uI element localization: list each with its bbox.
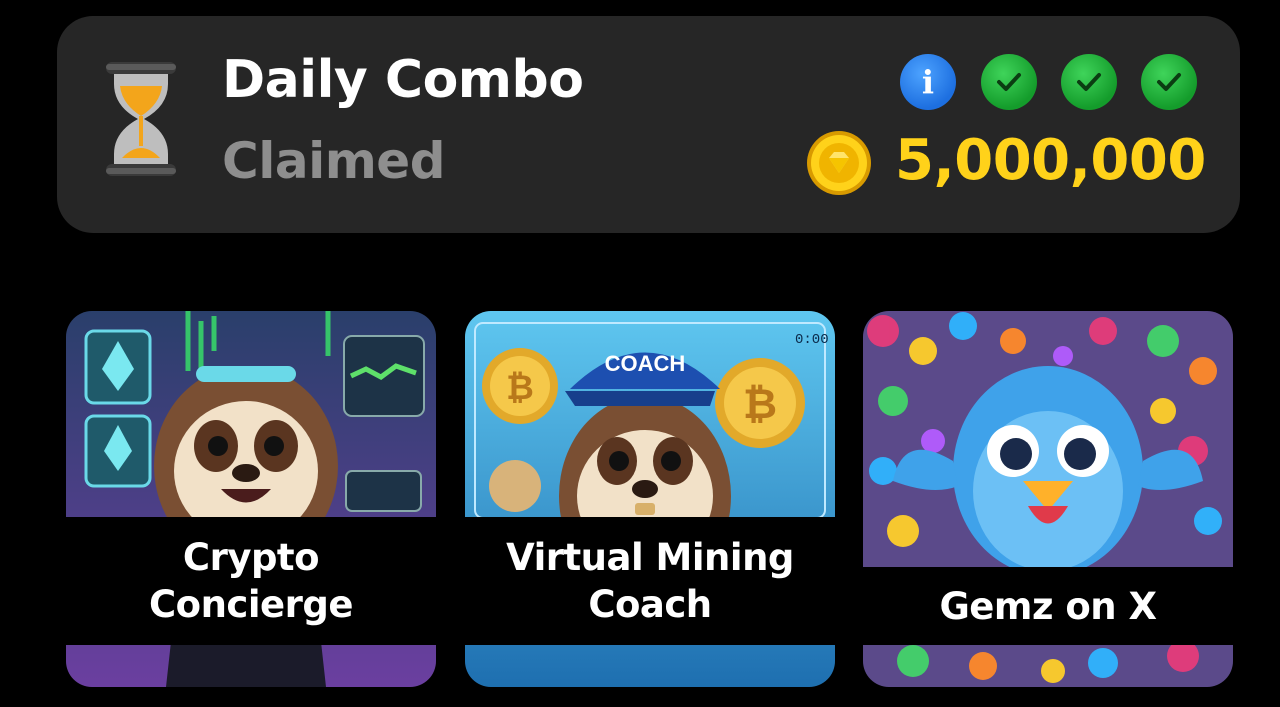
info-glyph: i xyxy=(921,63,935,101)
info-icon[interactable]: i xyxy=(900,54,956,110)
check-icon xyxy=(1141,54,1197,110)
combo-card-virtual-mining-coach[interactable]: ₿ ₿ 0:00 COACH Virtual Mining Coach xyxy=(465,311,835,687)
card-label: Crypto Concierge xyxy=(149,536,353,626)
card-caption: Gemz on X xyxy=(863,567,1233,645)
combo-card-crypto-concierge[interactable]: Crypto Concierge xyxy=(66,311,436,687)
card-label: Gemz on X xyxy=(939,584,1157,628)
coach-cap-text: COACH xyxy=(605,351,686,376)
svg-text:₿: ₿ xyxy=(743,380,777,427)
card-label: Virtual Mining Coach xyxy=(506,536,794,626)
daily-combo-status: Claimed xyxy=(222,132,446,190)
daily-combo-title: Daily Combo xyxy=(222,50,584,110)
hourglass-icon xyxy=(106,62,176,176)
coin-icon xyxy=(807,131,871,195)
timer-readout: 0:00 xyxy=(795,332,829,348)
card-caption: Virtual Mining Coach xyxy=(465,517,835,645)
card-caption: Crypto Concierge xyxy=(66,517,436,645)
check-icon xyxy=(981,54,1037,110)
check-icon xyxy=(1061,54,1117,110)
reward-amount: 5,000,000 xyxy=(895,128,1206,193)
daily-combo-panel[interactable] xyxy=(57,16,1240,233)
svg-text:₿: ₿ xyxy=(506,369,534,407)
combo-card-gemz-on-x[interactable]: Gemz on X xyxy=(863,311,1233,687)
